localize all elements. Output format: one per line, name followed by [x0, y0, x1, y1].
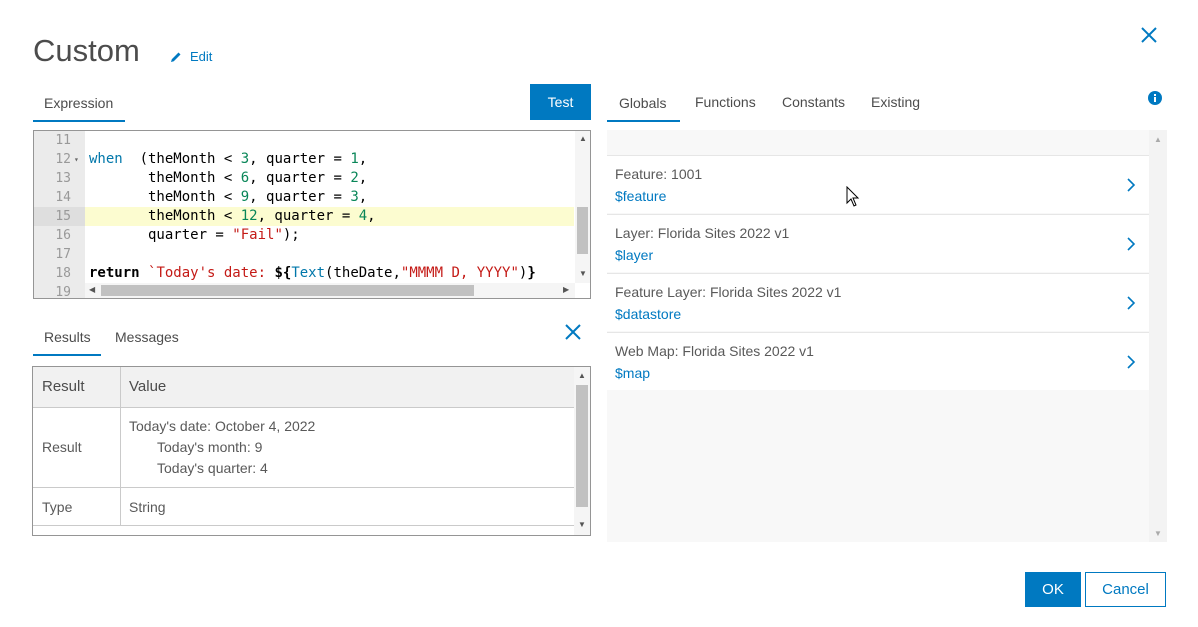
type-value: String	[129, 499, 166, 515]
tab-constants[interactable]: Constants	[782, 94, 845, 110]
code-line[interactable]: 14 theMonth < 9, quarter = 3,	[34, 188, 574, 207]
scroll-right-arrow-icon[interactable]: ▶	[563, 285, 569, 294]
scroll-up-arrow-icon[interactable]: ▲	[579, 134, 587, 143]
results-table-header: Result Value	[33, 367, 574, 408]
code-text: theMonth < 9, quarter = 3,	[89, 189, 368, 205]
table-row: Type String	[33, 488, 574, 526]
results-scrollbar[interactable]: ▲ ▼	[574, 367, 590, 535]
type-key: Type	[42, 499, 73, 515]
line-number: 18	[55, 266, 71, 281]
dialog-title: Custom	[33, 33, 140, 68]
global-label: Web Map: Florida Sites 2022 v1	[615, 343, 814, 359]
line-number: 14	[55, 190, 71, 205]
list-item-layer[interactable]: Layer: Florida Sites 2022 v1 $layer	[607, 214, 1149, 272]
edit-title-button[interactable]: Edit	[170, 49, 212, 64]
globals-scrollbar[interactable]: ▲ ▼	[1149, 130, 1167, 542]
tab-functions[interactable]: Functions	[695, 94, 756, 110]
line-number: 17	[55, 247, 71, 262]
tab-globals[interactable]: Globals	[607, 94, 680, 122]
result-value-line: Today's quarter: 4	[157, 460, 268, 476]
code-text: quarter = "Fail");	[89, 227, 300, 243]
line-number: 13	[55, 171, 71, 186]
global-label: Feature: 1001	[615, 166, 703, 182]
scroll-down-arrow-icon[interactable]: ▼	[579, 269, 587, 278]
chevron-right-icon	[1127, 237, 1136, 251]
header-result: Result	[42, 378, 85, 395]
tab-results[interactable]: Results	[33, 327, 101, 356]
list-item-feature[interactable]: Feature: 1001 $feature	[607, 155, 1149, 213]
scrollbar-thumb[interactable]	[577, 207, 588, 254]
scroll-left-arrow-icon[interactable]: ◀	[89, 285, 95, 294]
code-text: return `Today's date: ${Text(theDate,"MM…	[89, 265, 536, 281]
close-icon[interactable]	[1138, 24, 1160, 46]
scroll-up-arrow-icon[interactable]: ▲	[578, 371, 586, 380]
table-row: Result Today's date: October 4, 2022 Tod…	[33, 408, 574, 488]
code-editor[interactable]: 11 12 ▾ when (theMonth < 3, quarter = 1, 13 …	[33, 130, 591, 299]
scroll-down-arrow-icon[interactable]: ▼	[1154, 529, 1162, 538]
global-label: Feature Layer: Florida Sites 2022 v1	[615, 284, 842, 300]
editor-vertical-scrollbar[interactable]: ▲ ▼	[575, 131, 590, 283]
list-item-datastore[interactable]: Feature Layer: Florida Sites 2022 v1 $da…	[607, 273, 1149, 331]
chevron-right-icon	[1127, 296, 1136, 310]
line-number: 16	[55, 228, 71, 243]
code-line[interactable]: 11	[34, 131, 574, 150]
code-line[interactable]: 12 ▾ when (theMonth < 3, quarter = 1,	[34, 150, 574, 169]
close-results-icon[interactable]	[563, 322, 583, 342]
fold-arrow-icon[interactable]: ▾	[74, 150, 79, 169]
results-table: Result Value Result Today's date: Octobe…	[32, 366, 591, 536]
code-line[interactable]: 16 quarter = "Fail");	[34, 226, 574, 245]
info-icon[interactable]	[1147, 90, 1163, 106]
scroll-up-arrow-icon[interactable]: ▲	[1154, 135, 1162, 144]
chevron-right-icon	[1127, 178, 1136, 192]
result-value-line: Today's date: October 4, 2022	[129, 418, 316, 434]
chevron-right-icon	[1127, 355, 1136, 369]
test-button[interactable]: Test	[530, 84, 591, 120]
scrollbar-thumb[interactable]	[576, 385, 588, 507]
scroll-down-arrow-icon[interactable]: ▼	[578, 520, 586, 529]
code-line[interactable]: 17	[34, 245, 574, 264]
editor-horizontal-scrollbar[interactable]: ◀ ▶	[85, 283, 575, 298]
global-variable: $datastore	[615, 306, 682, 322]
code-text: theMonth < 6, quarter = 2,	[89, 170, 368, 186]
edit-label: Edit	[190, 49, 213, 64]
result-key: Result	[42, 439, 82, 455]
line-number: 11	[55, 133, 71, 148]
tab-expression[interactable]: Expression	[33, 94, 125, 122]
list-item-map[interactable]: Web Map: Florida Sites 2022 v1 $map	[607, 332, 1149, 390]
global-variable: $map	[615, 365, 651, 381]
code-line[interactable]: 18 return `Today's date: ${Text(theDate,"…	[34, 264, 574, 283]
code-line[interactable]: 13 theMonth < 6, quarter = 2,	[34, 169, 574, 188]
result-value-line: Today's month: 9	[157, 439, 263, 455]
ok-button[interactable]: OK	[1025, 572, 1081, 607]
mouse-pointer-icon	[846, 186, 860, 207]
global-label: Layer: Florida Sites 2022 v1	[615, 225, 790, 241]
code-text: when (theMonth < 3, quarter = 1,	[89, 151, 368, 167]
line-number: 19	[55, 285, 71, 299]
scrollbar-thumb[interactable]	[101, 285, 474, 296]
cancel-button[interactable]: Cancel	[1085, 572, 1166, 607]
global-variable: $feature	[615, 188, 667, 204]
globals-list: Feature: 1001 $feature Layer: Florida Si…	[607, 130, 1167, 542]
global-variable: $layer	[615, 247, 654, 263]
pencil-icon	[171, 52, 181, 62]
tab-messages[interactable]: Messages	[115, 329, 179, 345]
code-lines[interactable]: 11 12 ▾ when (theMonth < 3, quarter = 1, 13 …	[34, 131, 574, 299]
header-value: Value	[129, 378, 167, 395]
tab-existing[interactable]: Existing	[871, 94, 920, 110]
code-text: theMonth < 12, quarter = 4,	[89, 208, 376, 224]
code-line[interactable]: 15 theMonth < 12, quarter = 4,	[34, 207, 574, 226]
line-number: 15	[34, 207, 85, 226]
